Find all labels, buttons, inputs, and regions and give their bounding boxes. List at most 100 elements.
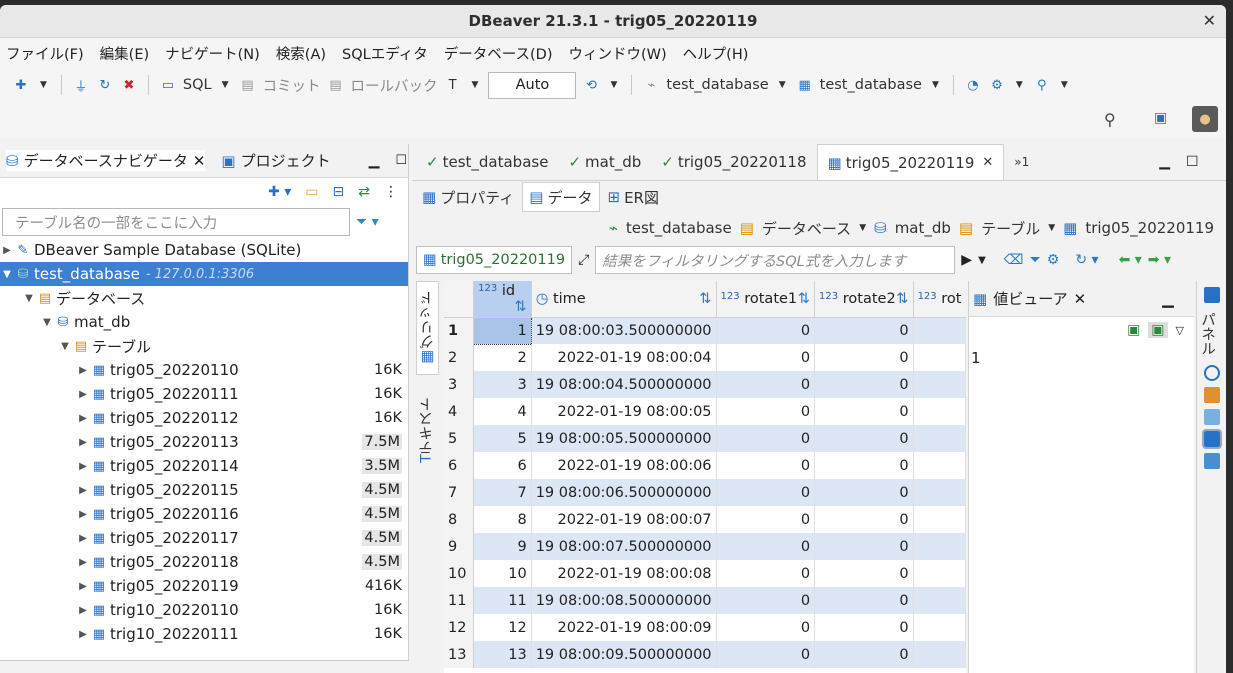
cell-rotate2[interactable]: 0	[814, 587, 914, 614]
tree-item-table[interactable]: ▶ ▦ trig05_20220111 16K	[0, 382, 408, 406]
cell-rotate1[interactable]: 0	[716, 371, 816, 398]
table-row[interactable]: 7 7 19 08:00:06.500000000 0 0	[444, 479, 966, 506]
metadata-icon[interactable]	[1203, 387, 1220, 403]
table-row[interactable]: 12 12 2022-01-19 08:00:09 0 0	[444, 614, 966, 641]
tab-overflow[interactable]: »1	[1004, 144, 1039, 180]
minimize-icon[interactable]: ▁	[1162, 290, 1174, 308]
cell-rotate1[interactable]: 0	[716, 506, 816, 533]
breadcrumb-item[interactable]: mat_db	[895, 219, 951, 237]
info-icon[interactable]	[1203, 365, 1220, 381]
query-tab[interactable]: ▦ trig05_20220119	[416, 246, 573, 274]
open-perspective-icon[interactable]: ▣	[1154, 110, 1167, 126]
close-icon[interactable]: ✕	[1074, 290, 1087, 308]
value-viewer-toggle-icon[interactable]	[1201, 429, 1222, 449]
chevron-down-icon[interactable]: ▼	[932, 80, 939, 90]
maximize-icon[interactable]: ☐	[395, 153, 407, 168]
refresh-icon[interactable]: ↻ ▾	[1075, 252, 1098, 268]
cell-rotate1[interactable]: 0	[716, 452, 816, 479]
breadcrumb-item[interactable]: テーブル	[981, 218, 1040, 239]
cell-rotate1[interactable]: 0	[716, 614, 816, 641]
cell-time[interactable]: 2022-01-19 08:00:07	[531, 506, 717, 533]
table-row[interactable]: 13 13 19 08:00:09.500000000 0 0	[444, 641, 966, 668]
new-connection-icon[interactable]: ✚ ▾	[268, 184, 291, 200]
view-menu-icon[interactable]: ⋮	[384, 184, 398, 200]
menu-window[interactable]: ウィンドウ(W)	[569, 43, 667, 64]
rollback-button[interactable]: ロールバック	[351, 75, 438, 96]
cell-id[interactable]: 5	[473, 425, 532, 452]
commit-button[interactable]: コミット	[263, 75, 321, 96]
row-number[interactable]: 13	[444, 641, 475, 668]
sort-icon[interactable]: ⇅	[798, 291, 810, 307]
value-viewer-content[interactable]: 1	[969, 343, 1194, 373]
tab-text[interactable]: T テキスト	[416, 385, 437, 475]
chevron-down-icon[interactable]: ▼	[472, 80, 479, 90]
cell-rotate2[interactable]: 0	[814, 506, 914, 533]
back-icon[interactable]: ⬅ ▾	[1119, 252, 1142, 268]
chevron-down-icon[interactable]: ▼	[40, 80, 47, 90]
tab-database-navigator[interactable]: ⛁ データベースナビゲータ ✕	[6, 150, 206, 171]
expand-icon[interactable]: ▶	[76, 461, 90, 472]
row-number[interactable]: 8	[444, 506, 475, 533]
cell-rotate1[interactable]: 0	[716, 425, 816, 452]
sql-editor-icon[interactable]: ▭	[159, 76, 177, 94]
tab-trig05-20220119[interactable]: ▦ trig05_20220119 ✕	[816, 144, 1005, 180]
chevron-down-icon[interactable]: ▼	[978, 255, 986, 266]
cell-id[interactable]: 3	[473, 371, 532, 398]
cell-id[interactable]: 10	[473, 560, 532, 587]
expand-icon[interactable]: ▶	[0, 245, 14, 256]
maximize-icon[interactable]: ☐	[1186, 154, 1199, 170]
cell-rotate1[interactable]: 0	[716, 533, 816, 560]
cell-rotate1[interactable]: 0	[716, 587, 816, 614]
tree-item-table[interactable]: ▶ ▦ trig10_20220110 16K	[0, 598, 408, 622]
tab-data[interactable]: ▤ データ	[522, 182, 600, 212]
menu-navigate[interactable]: ナビゲート(N)	[165, 43, 260, 64]
expand-icon[interactable]: ▶	[76, 533, 90, 544]
row-number[interactable]: 3	[444, 371, 475, 398]
expand-icon[interactable]: ⤢	[578, 252, 589, 268]
new-folder-icon[interactable]: ▭	[305, 184, 318, 200]
filter-settings-icon[interactable]: ⚙	[1047, 252, 1060, 268]
cell-id[interactable]: 9	[473, 533, 532, 560]
tab-test-database[interactable]: ✓ test_database	[416, 144, 558, 180]
table-filter-input[interactable]: テーブル名の一部をここに入力	[2, 208, 350, 236]
transaction-mode-icon[interactable]: T	[444, 76, 462, 94]
table-row[interactable]: 4 4 2022-01-19 08:00:05 0 0	[444, 398, 966, 425]
collapse-icon[interactable]: ▼	[58, 341, 72, 352]
tree-item-table[interactable]: ▶ ▦ trig05_20220118 4.5M	[0, 550, 408, 574]
save-icon[interactable]: ▣	[1127, 322, 1140, 338]
expand-icon[interactable]: ▶	[76, 389, 90, 400]
expand-icon[interactable]: ▶	[76, 605, 90, 616]
breadcrumb-item[interactable]: trig05_20220119	[1085, 219, 1214, 237]
cell-rotate2[interactable]: 0	[814, 425, 914, 452]
active-datasource-select[interactable]: test_database	[666, 77, 768, 93]
chevron-down-icon[interactable]: ▼	[1048, 223, 1055, 233]
tree-item-table[interactable]: ▶ ▦ trig05_20220116 4.5M	[0, 502, 408, 526]
tree-item-table[interactable]: ▶ ▦ trig05_20220115 4.5M	[0, 478, 408, 502]
collapse-icon[interactable]: ▼	[22, 293, 36, 304]
tree-item-test-database[interactable]: ▼ ⛁ test_database - 127.0.0.1:3306	[0, 262, 408, 286]
grouping-icon[interactable]	[1203, 453, 1220, 469]
expand-icon[interactable]: ▶	[76, 557, 90, 568]
table-row[interactable]: 9 9 19 08:00:07.500000000 0 0	[444, 533, 966, 560]
calc-icon[interactable]	[1203, 409, 1220, 425]
breadcrumb-item[interactable]: データベース	[762, 218, 851, 239]
expand-icon[interactable]: ▶	[76, 581, 90, 592]
breadcrumb-item[interactable]: test_database	[626, 219, 732, 237]
cell-rotate3[interactable]	[913, 560, 966, 587]
cell-time[interactable]: 19 08:00:07.500000000	[531, 533, 717, 560]
cell-rotate2[interactable]: 0	[814, 344, 914, 371]
row-number[interactable]: 6	[444, 452, 475, 479]
chevron-down-icon[interactable]: ▼	[610, 80, 617, 90]
menu-search[interactable]: 検索(A)	[276, 43, 326, 64]
cell-rotate1[interactable]: 0	[716, 560, 816, 587]
cell-rotate2[interactable]: 0	[814, 641, 914, 668]
tree-item-tables[interactable]: ▼ ▤ テーブル	[0, 334, 408, 358]
tab-er-diagram[interactable]: ⊞ ER図	[602, 182, 665, 212]
cell-rotate2[interactable]: 0	[814, 614, 914, 641]
panels-icon[interactable]	[1203, 287, 1220, 303]
collapse-icon[interactable]: ▼	[40, 317, 54, 328]
cell-time[interactable]: 19 08:00:08.500000000	[531, 587, 717, 614]
table-row[interactable]: 3 3 19 08:00:04.500000000 0 0	[444, 371, 966, 398]
active-schema-select[interactable]: test_database	[820, 77, 922, 93]
table-row[interactable]: 6 6 2022-01-19 08:00:06 0 0	[444, 452, 966, 479]
